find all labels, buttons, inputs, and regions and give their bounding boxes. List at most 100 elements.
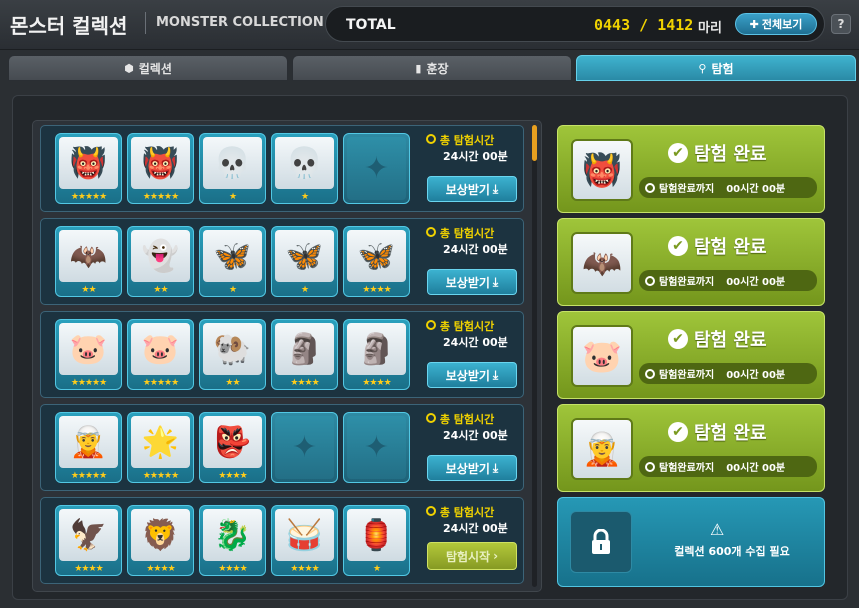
monster-slot[interactable]: 🐷 ★★★★★ bbox=[55, 319, 122, 390]
expedition-complete-card[interactable]: 🦇 ✔ 탐험 완료 탐험완료까지 00시간 00분 bbox=[557, 218, 825, 306]
star-rating: ★★★★ bbox=[362, 378, 391, 388]
check-icon: ✔ bbox=[668, 422, 688, 442]
check-icon: ✔ bbox=[668, 329, 688, 349]
expedition-row: 👹 ★★★★★ 👹 ★★★★★ 💀 ★ 💀 ★ ✦ 총 탐험시간 24시간 00분 보상받기 ⤓ bbox=[40, 125, 524, 212]
scrollbar-thumb[interactable] bbox=[532, 125, 537, 161]
clock-icon bbox=[426, 134, 436, 144]
clock-icon bbox=[645, 275, 655, 286]
total-label: TOTAL bbox=[346, 17, 396, 33]
timer-value: 24시간 00분 bbox=[443, 429, 508, 442]
monster-slot[interactable]: 🦅 ★★★★ bbox=[55, 505, 122, 576]
warning-icon: ⚠ bbox=[710, 520, 725, 539]
star-rating: ★★★★ bbox=[362, 285, 391, 295]
remaining-time-label: 탐험완료까지 bbox=[659, 184, 715, 195]
start-expedition-button[interactable]: 탐험시작 › bbox=[427, 542, 517, 570]
lantern-spirit-portrait: 🏮 bbox=[347, 509, 406, 561]
monster-slot[interactable]: 👻 ★★ bbox=[127, 226, 194, 297]
monster-slot[interactable]: 🐏 ★★ bbox=[199, 319, 266, 390]
expedition-complete-card[interactable]: 👹 ✔ 탐험 완료 탐험완료까지 00시간 00분 bbox=[557, 125, 825, 213]
timer-value: 24시간 00분 bbox=[443, 150, 508, 163]
monster-slot[interactable]: 🏮 ★ bbox=[343, 505, 410, 576]
download-icon: ⤓ bbox=[492, 460, 499, 475]
timer-title-label: 총 탐험시간 bbox=[439, 134, 495, 147]
star-rating: ★ bbox=[228, 192, 237, 202]
expedition-row: 🦇 ★★ 👻 ★★ 🦋 ★ 🦋 ★ 🦋 ★★★★ 총 탐험시간 24시간 00분 보상받기 ⤓ bbox=[40, 218, 524, 305]
claim-reward-button[interactable]: 보상받기 ⤓ bbox=[427, 362, 517, 388]
expedition-complete-card[interactable]: 🐷 ✔ 탐험 완료 탐험완료까지 00시간 00분 bbox=[557, 311, 825, 399]
monster-slot[interactable]: 🗿 ★★★★ bbox=[271, 319, 338, 390]
tab-collection[interactable]: ⬢ 컬렉션 bbox=[8, 55, 288, 81]
remaining-time-label: 탐험완료까지 bbox=[659, 463, 715, 474]
star-rating: ★★ bbox=[225, 378, 240, 388]
monster-slot[interactable]: 👹 ★★★★★ bbox=[127, 133, 194, 204]
clock-icon bbox=[426, 506, 436, 516]
title-english: MONSTER COLLECTION bbox=[156, 15, 324, 30]
monster-slot[interactable]: 🐷 ★★★★★ bbox=[127, 319, 194, 390]
expedition-complete-card[interactable]: 🧝 ✔ 탐험 완료 탐험완료까지 00시간 00분 bbox=[557, 404, 825, 492]
complete-title-label: 탐험 완료 bbox=[694, 423, 767, 444]
tab-label: 탐험 bbox=[711, 61, 734, 76]
monster-slot[interactable]: 🐉 ★★★★ bbox=[199, 505, 266, 576]
monster-slot[interactable]: 🦋 ★ bbox=[199, 226, 266, 297]
monster-slot[interactable]: 🦋 ★★★★ bbox=[343, 226, 410, 297]
scrollbar-track[interactable] bbox=[532, 125, 537, 587]
claim-reward-button[interactable]: 보상받기 ⤓ bbox=[427, 269, 517, 295]
timer-title: 총 탐험시간 bbox=[426, 225, 494, 241]
star-rating: ★ bbox=[372, 564, 381, 574]
monster-slot[interactable]: 💀 ★ bbox=[199, 133, 266, 204]
star-rating: ★★★★★ bbox=[70, 378, 107, 388]
claim-reward-button[interactable]: 보상받기 ⤓ bbox=[427, 176, 517, 202]
expedition-row: 🦅 ★★★★ 🦁 ★★★★ 🐉 ★★★★ 🥁 ★★★★ 🏮 ★ 총 탐험시간 24시간 00분 탐험시… bbox=[40, 497, 524, 584]
monster-slot[interactable]: 🌟 ★★★★★ bbox=[127, 412, 194, 483]
title-korean: 몬스터 컬렉션 bbox=[10, 14, 128, 38]
monster-slot[interactable]: 👺 ★★★★ bbox=[199, 412, 266, 483]
empty-monster-slot[interactable]: ✦ bbox=[343, 412, 410, 483]
dark-sorceress-portrait: 🧝 bbox=[59, 416, 118, 468]
button-label: 보상받기 bbox=[445, 368, 490, 383]
stone-totem-portrait: 🗿 bbox=[275, 323, 334, 375]
monster-slot[interactable]: 👹 ★★★★★ bbox=[55, 133, 122, 204]
empty-monster-slot[interactable]: ✦ bbox=[343, 133, 410, 204]
claim-reward-button[interactable]: 보상받기 ⤓ bbox=[427, 455, 517, 481]
view-all-button[interactable]: ✚ 전체보기 bbox=[735, 13, 817, 35]
total-count: 0443 / 1412 bbox=[594, 16, 694, 34]
star-rating: ★★★★ bbox=[290, 564, 319, 574]
clock-icon bbox=[426, 413, 436, 423]
download-icon: ⤓ bbox=[492, 367, 499, 382]
purple-butterfly-portrait: 🦋 bbox=[203, 230, 262, 282]
remaining-time: 탐험완료까지 00시간 00분 bbox=[639, 363, 817, 384]
tab-medal[interactable]: ▮ 훈장 bbox=[292, 55, 572, 81]
monster-slot[interactable]: 🦇 ★★ bbox=[55, 226, 122, 297]
star-rating: ★★★★★ bbox=[142, 378, 179, 388]
monster-slot[interactable]: 🥁 ★★★★ bbox=[271, 505, 338, 576]
remaining-time-value: 00시간 00분 bbox=[726, 184, 786, 195]
monster-slot[interactable]: 🦋 ★ bbox=[271, 226, 338, 297]
remaining-time-label: 탐험완료까지 bbox=[659, 277, 715, 288]
empty-monster-slot[interactable]: ✦ bbox=[271, 412, 338, 483]
timer-title: 총 탐험시간 bbox=[426, 411, 494, 427]
complete-title: ✔ 탐험 완료 bbox=[668, 419, 767, 445]
timer-value: 24시간 00분 bbox=[443, 522, 508, 535]
timer-title: 총 탐험시간 bbox=[426, 318, 494, 334]
dark-sorceress-portrait: 🧝 bbox=[571, 418, 633, 480]
cube-icon: ⬢ bbox=[124, 61, 134, 75]
monster-slot[interactable]: 💀 ★ bbox=[271, 133, 338, 204]
button-label: 탐험시작 bbox=[445, 549, 491, 564]
total-bar: TOTAL 0443 / 1412 마리 ✚ 전체보기 bbox=[325, 6, 825, 42]
green-butterfly-portrait: 🦋 bbox=[275, 230, 334, 282]
star-rating: ★★★★★ bbox=[142, 471, 179, 481]
total-unit: 마리 bbox=[698, 21, 722, 36]
tab-exploration[interactable]: ⚲ 탐험 bbox=[576, 55, 856, 81]
header-bar: 몬스터 컬렉션 MONSTER COLLECTION TOTAL 0443 / … bbox=[0, 0, 859, 50]
star-rating: ★ bbox=[300, 285, 309, 295]
monster-slot[interactable]: 🧝 ★★★★★ bbox=[55, 412, 122, 483]
view-all-label: 전체보기 bbox=[761, 18, 803, 31]
green-bat-portrait: 🦇 bbox=[571, 232, 633, 294]
star-rating: ★ bbox=[228, 285, 237, 295]
tab-bar: ⬢ 컬렉션 ▮ 훈장 ⚲ 탐험 bbox=[8, 55, 856, 81]
monster-slot[interactable]: 🗿 ★★★★ bbox=[343, 319, 410, 390]
pink-bean-portrait: 🐷 bbox=[59, 323, 118, 375]
help-button[interactable]: ? bbox=[831, 14, 851, 34]
monster-slot[interactable]: 🦁 ★★★★ bbox=[127, 505, 194, 576]
leaf-placeholder-icon: ✦ bbox=[347, 416, 406, 479]
